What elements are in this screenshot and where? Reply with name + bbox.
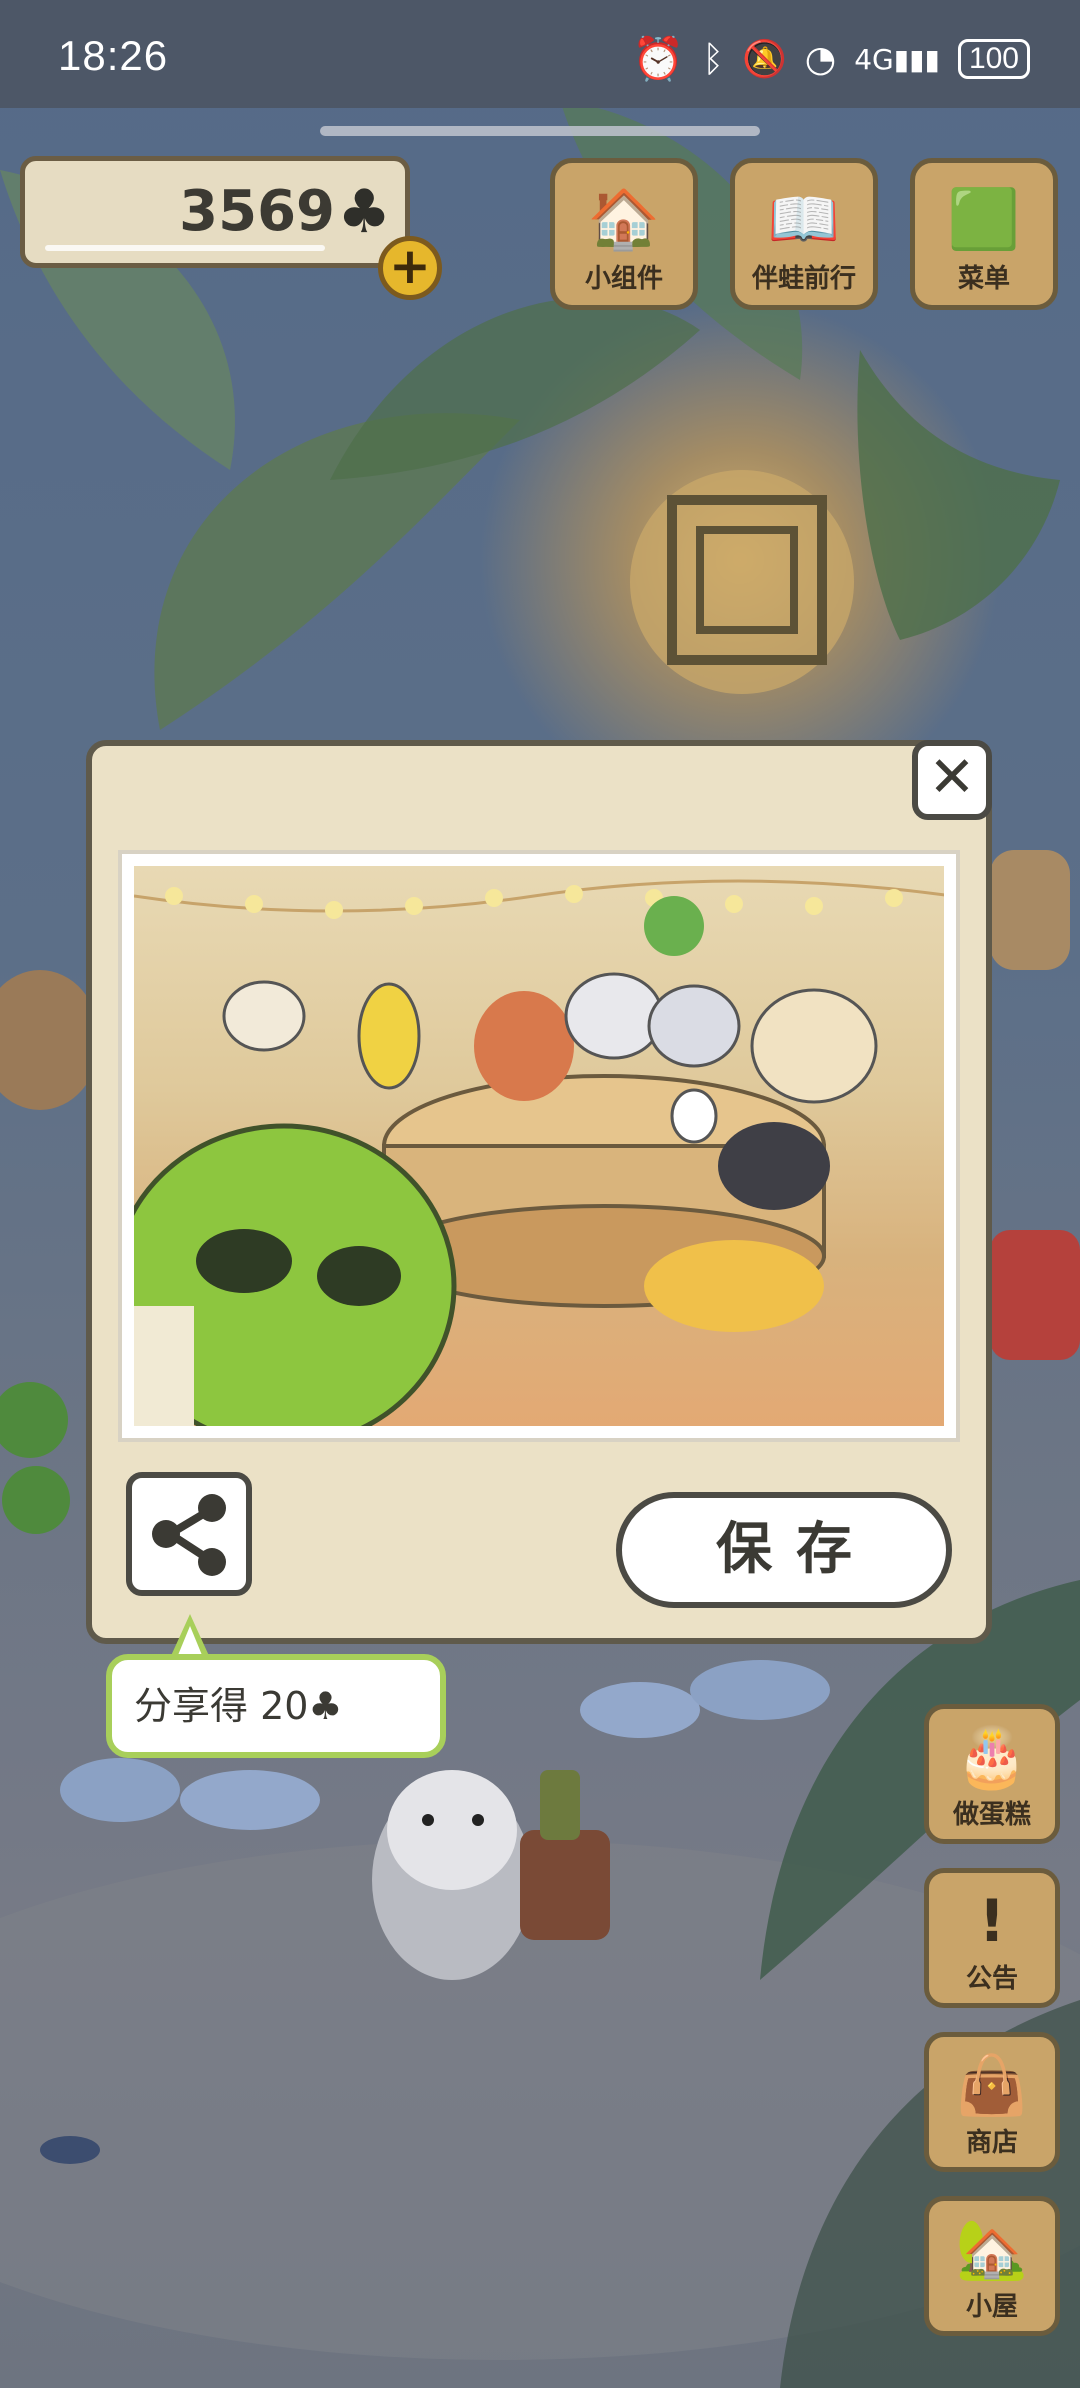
wifi-icon: ◔ xyxy=(804,38,837,80)
make-cake-button[interactable]: 🎂 做蛋糕 xyxy=(924,1704,1060,1844)
cottage-label: 小屋 xyxy=(965,2292,1018,2322)
close-button[interactable]: ✕ xyxy=(912,740,992,820)
announcement-label: 公告 xyxy=(965,1964,1018,1994)
exclamation-icon: ! xyxy=(978,1887,1006,1955)
menu-button[interactable]: 🟩 菜单 xyxy=(910,158,1058,310)
battery-icon: 100 xyxy=(957,39,1030,79)
share-icon xyxy=(152,1494,226,1576)
share-button[interactable] xyxy=(126,1472,252,1596)
widget-icon: 🏠 xyxy=(587,185,661,253)
mute-icon: 🔕 xyxy=(741,39,787,80)
clover-count: 3569 xyxy=(179,179,335,244)
cake-icon: 🎂 xyxy=(955,1723,1029,1791)
status-bar: 18:26 ⏰ ᛒ 🔕 ◔ 4G▮▮▮ 100 xyxy=(0,0,1080,108)
clock: 18:26 xyxy=(58,32,169,79)
photo-image xyxy=(134,866,944,1426)
widget-label: 小组件 xyxy=(584,264,663,294)
announcement-button[interactable]: ! 公告 xyxy=(924,1868,1060,2008)
clover-icon: ♣ xyxy=(337,177,391,247)
bluetooth-icon: ᛒ xyxy=(702,38,724,80)
signal-icon: 4G▮▮▮ xyxy=(854,42,940,76)
counter-highlight xyxy=(45,245,325,251)
clover-counter: 3569 ♣ xyxy=(20,156,410,268)
share-reward-tip: 分享得 20♣ xyxy=(106,1654,446,1758)
bag-icon: 👜 xyxy=(955,2051,1029,2119)
house-icon: 🏡 xyxy=(955,2215,1029,2283)
make-cake-label: 做蛋糕 xyxy=(952,1800,1031,1830)
add-clover-button[interactable]: + xyxy=(378,236,442,300)
travel-with-frog-button[interactable]: 📖 伴蛙前行 xyxy=(730,158,878,310)
shop-button[interactable]: 👜 商店 xyxy=(924,2032,1060,2172)
drag-handle[interactable] xyxy=(320,126,760,136)
widget-button[interactable]: 🏠 小组件 xyxy=(550,158,698,310)
travel-photo xyxy=(118,850,960,1442)
save-button[interactable]: 保存 xyxy=(616,1492,952,1608)
cottage-button[interactable]: 🏡 小屋 xyxy=(924,2196,1060,2336)
travel-with-frog-label: 伴蛙前行 xyxy=(751,264,856,294)
menu-icon: 🟩 xyxy=(947,185,1021,253)
status-icons: ⏰ ᛒ 🔕 ◔ 4G▮▮▮ 100 xyxy=(632,34,1030,84)
book-icon: 📖 xyxy=(767,185,841,253)
alarm-icon: ⏰ xyxy=(632,34,685,83)
menu-label: 菜单 xyxy=(957,264,1010,294)
photo-illustration xyxy=(134,879,944,1426)
shop-label: 商店 xyxy=(965,2128,1018,2158)
